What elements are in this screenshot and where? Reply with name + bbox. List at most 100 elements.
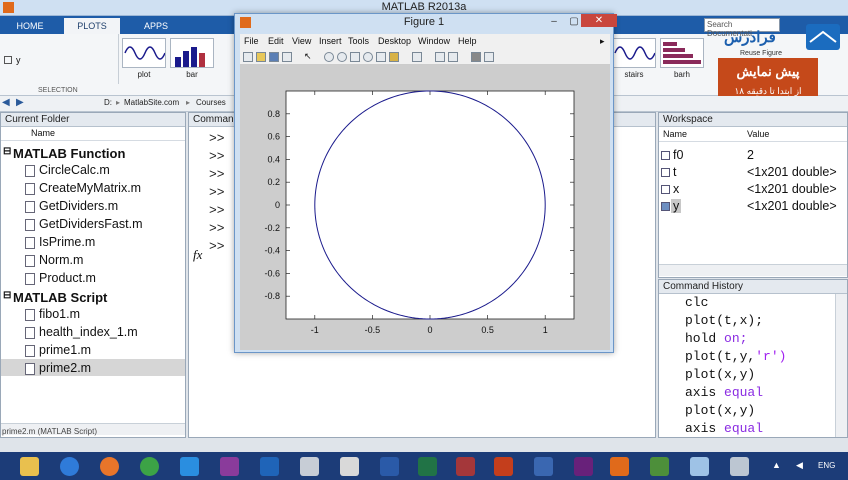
variable-icon: [661, 202, 670, 211]
barh-gallery-item[interactable]: [660, 38, 704, 68]
collapse-icon[interactable]: ⊟: [3, 146, 11, 157]
history-entry[interactable]: plot(x,y): [685, 403, 755, 418]
menu-insert[interactable]: Insert: [319, 36, 342, 46]
app-taskbar-icon-2[interactable]: [690, 457, 709, 476]
history-entry[interactable]: axis equal: [685, 385, 763, 400]
tab-home[interactable]: HOME: [4, 18, 56, 34]
chrome-icon[interactable]: [140, 457, 159, 476]
tab-plots[interactable]: PLOTS: [64, 18, 120, 34]
bar-gallery-item[interactable]: [170, 38, 214, 68]
breadcrumb-folder[interactable]: MatlabSite.com: [124, 98, 179, 107]
firefox-icon[interactable]: [100, 457, 119, 476]
m-file-icon: [25, 237, 35, 249]
powerpoint-icon[interactable]: [494, 457, 513, 476]
file-explorer-icon[interactable]: [20, 457, 39, 476]
variable-icon: [661, 168, 670, 177]
history-list: clc plot(t,x); hold on; plot(t,y,'r') pl…: [659, 294, 835, 438]
history-code-keyword: equal: [724, 385, 764, 400]
history-entry[interactable]: plot(t,x);: [685, 313, 763, 328]
function-browser-icon[interactable]: fx: [193, 247, 202, 263]
volume-icon[interactable]: ◀: [796, 460, 803, 471]
breadcrumb-subfolder[interactable]: Courses: [196, 98, 226, 107]
rotate-icon[interactable]: [363, 52, 373, 62]
outlook-icon[interactable]: [260, 457, 279, 476]
m-file-icon: [25, 255, 35, 267]
file-name: Product.m: [39, 271, 96, 285]
y-tick-label: -0.2: [264, 223, 280, 233]
figure-canvas[interactable]: -1 -0.5 0 0.5 1 0.8 0.6 0.4 0.2 0 -0.2 -0.4 -0.6 -0.8: [240, 65, 610, 350]
link-plot-icon[interactable]: [412, 52, 422, 62]
tab-apps[interactable]: APPS: [128, 18, 184, 34]
internet-explorer-icon[interactable]: [180, 457, 199, 476]
y-tick-label: -0.6: [264, 268, 280, 278]
calculator-icon[interactable]: [730, 457, 749, 476]
name-column-label: Name: [31, 128, 56, 138]
horizontal-scrollbar[interactable]: [659, 264, 847, 276]
onenote-icon[interactable]: [220, 457, 239, 476]
language-indicator[interactable]: ENG: [818, 461, 835, 470]
file-details-status: prime2.m (MATLAB Script): [2, 427, 97, 436]
open-file-icon[interactable]: [256, 52, 266, 62]
brush-icon[interactable]: [389, 52, 399, 62]
app-taskbar-icon[interactable]: [650, 457, 669, 476]
menu-help[interactable]: Help: [458, 36, 477, 46]
vertical-scrollbar[interactable]: [835, 294, 847, 437]
onedrive-icon[interactable]: [60, 457, 79, 476]
tray-arrow-icon[interactable]: ▲: [772, 460, 781, 470]
history-entry[interactable]: clc: [685, 295, 708, 310]
taskbar: ▲ ◀ ENG: [0, 452, 848, 480]
y-tick-label: 0.2: [267, 177, 280, 187]
workspace-row[interactable]: x <1x201 double>: [659, 182, 847, 199]
menu-edit[interactable]: Edit: [268, 36, 284, 46]
access-icon[interactable]: [456, 457, 475, 476]
menu-window[interactable]: Window: [418, 36, 450, 46]
visual-studio-icon[interactable]: [574, 457, 593, 476]
workspace-column-header[interactable]: Name Value: [659, 127, 847, 142]
zoom-out-icon[interactable]: [337, 52, 347, 62]
back-arrow-icon[interactable]: ◀: [2, 97, 10, 108]
breadcrumb-drive[interactable]: D:: [104, 98, 112, 107]
figure-menubar: File Edit View Insert Tools Desktop Wind…: [240, 34, 610, 49]
word-icon[interactable]: [380, 457, 399, 476]
history-entry[interactable]: plot(x,y): [685, 367, 755, 382]
show-plot-tools-icon[interactable]: [484, 52, 494, 62]
hide-plot-tools-icon[interactable]: [471, 52, 481, 62]
plot-gallery-item[interactable]: [122, 38, 166, 68]
stairs-gallery-item[interactable]: [612, 38, 656, 68]
close-button[interactable]: ✕: [581, 14, 617, 27]
pan-icon[interactable]: [350, 52, 360, 62]
colorbar-icon[interactable]: [435, 52, 445, 62]
pointer-icon[interactable]: ↖: [304, 52, 314, 62]
history-code: plot(x,y): [685, 403, 756, 418]
menu-file[interactable]: File: [244, 36, 259, 46]
variable-icon: [661, 151, 670, 160]
excel-icon[interactable]: [418, 457, 437, 476]
figure-window[interactable]: Figure 1 – ▢ ✕ File Edit View Insert Too…: [234, 13, 617, 353]
save-icon[interactable]: [269, 52, 279, 62]
forward-arrow-icon[interactable]: ▶: [16, 97, 24, 108]
tex-icon[interactable]: [340, 457, 359, 476]
history-entry[interactable]: axis equal: [685, 421, 763, 436]
menu-overflow-arrow[interactable]: ▸: [600, 36, 605, 47]
zoom-in-icon[interactable]: [324, 52, 334, 62]
visio-icon[interactable]: [534, 457, 553, 476]
workspace-row-selected[interactable]: y <1x201 double>: [659, 199, 847, 216]
history-entry[interactable]: hold on;: [685, 331, 747, 346]
file-name: prime1.m: [39, 343, 92, 357]
history-entry[interactable]: plot(t,y,'r'): [685, 349, 786, 364]
menu-tools[interactable]: Tools: [348, 36, 369, 46]
plot-axes[interactable]: -1 -0.5 0 0.5 1 0.8 0.6 0.4 0.2 0 -0.2 -0.4 -0.6 -0.8: [240, 65, 610, 350]
folder-column-header[interactable]: Name: [1, 127, 185, 141]
menu-desktop[interactable]: Desktop: [378, 36, 411, 46]
new-figure-icon[interactable]: [243, 52, 253, 62]
workspace-row[interactable]: f0 2: [659, 148, 847, 165]
notepad-icon[interactable]: [300, 457, 319, 476]
workspace-row[interactable]: t <1x201 double>: [659, 165, 847, 182]
matlab-taskbar-icon[interactable]: [610, 457, 629, 476]
m-file-icon: [25, 165, 35, 177]
legend-icon[interactable]: [448, 52, 458, 62]
collapse-icon[interactable]: ⊟: [3, 290, 11, 301]
menu-view[interactable]: View: [292, 36, 311, 46]
print-icon[interactable]: [282, 52, 292, 62]
data-cursor-icon[interactable]: [376, 52, 386, 62]
